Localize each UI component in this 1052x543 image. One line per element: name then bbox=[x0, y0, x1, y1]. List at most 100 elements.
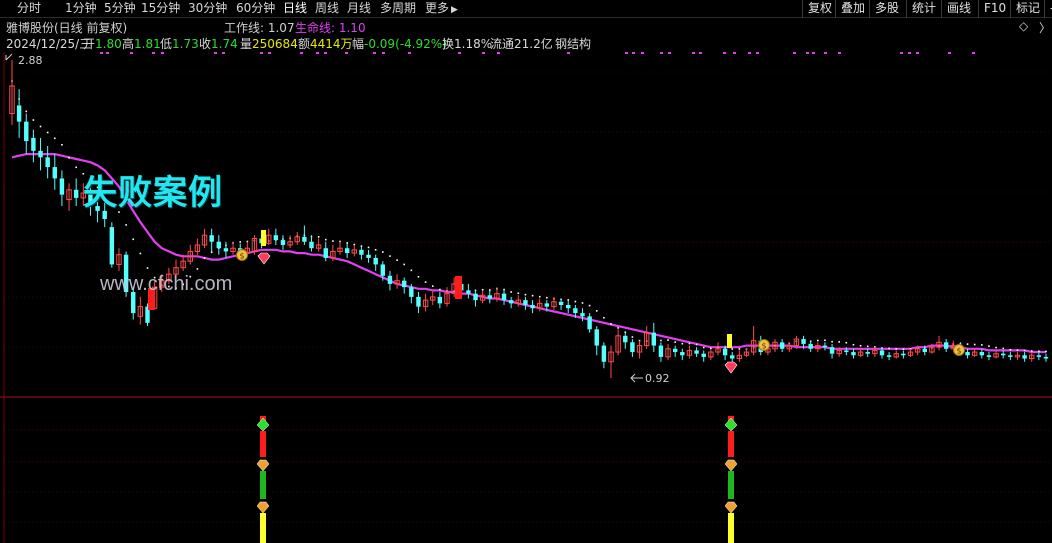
kline-chart[interactable]: $ $ $ 2.88 0.92 bbox=[0, 52, 1052, 543]
work-line-dot bbox=[667, 339, 669, 341]
period-tab-monthly[interactable]: 月线 bbox=[347, 1, 371, 16]
candle-body bbox=[1022, 355, 1027, 359]
signal-dot bbox=[948, 52, 951, 54]
signal-dot bbox=[268, 52, 271, 54]
period-tab-daily[interactable]: 日线 bbox=[283, 1, 307, 16]
work-line-dot bbox=[674, 341, 676, 343]
signal-bar bbox=[260, 471, 266, 499]
work-line-dot bbox=[738, 348, 741, 350]
candle-body bbox=[822, 345, 828, 348]
candle-body bbox=[38, 150, 43, 158]
draw-line-button[interactable]: 画线 bbox=[941, 0, 976, 18]
candle-body bbox=[566, 304, 571, 309]
work-line-dot bbox=[46, 131, 49, 134]
work-line-dot bbox=[524, 293, 527, 296]
change: 幅-0.09(-4.92%) bbox=[352, 37, 447, 51]
period-tab-5min[interactable]: 5分钟 bbox=[104, 1, 136, 16]
work-line-dot bbox=[439, 288, 441, 291]
close-price: 收1.74 bbox=[199, 37, 238, 51]
gold-gem-icon bbox=[256, 459, 270, 472]
work-line-dot bbox=[389, 255, 391, 257]
work-line-dot bbox=[1045, 350, 1047, 353]
work-line-dot bbox=[660, 339, 662, 342]
signal-dot bbox=[668, 52, 671, 54]
work-line-dot bbox=[146, 267, 149, 269]
work-line-dot bbox=[995, 346, 997, 349]
signal-dot bbox=[660, 52, 663, 54]
f10-button[interactable]: F10 bbox=[978, 0, 1011, 18]
candle-body bbox=[223, 248, 229, 252]
signal-dot bbox=[641, 52, 644, 54]
multi-stock-button[interactable]: 多股 bbox=[869, 0, 904, 18]
overlay-button[interactable]: 叠加 bbox=[835, 0, 870, 18]
signal-panel bbox=[256, 416, 738, 543]
signal-dot bbox=[222, 52, 225, 54]
candle-body bbox=[844, 350, 849, 353]
candle-body bbox=[801, 339, 806, 344]
work-line-dot bbox=[324, 238, 327, 241]
green-gem-icon bbox=[256, 417, 270, 432]
candle-body bbox=[323, 248, 328, 258]
work-line-dot bbox=[831, 340, 833, 343]
signal-dot bbox=[382, 52, 385, 54]
candle-body bbox=[473, 293, 478, 301]
work-line-dot bbox=[239, 241, 241, 243]
signal-dot bbox=[106, 52, 109, 54]
work-line-dot bbox=[32, 119, 35, 121]
signal-dot bbox=[214, 52, 217, 54]
work-line-dot bbox=[367, 246, 370, 249]
svg-text:$: $ bbox=[956, 347, 961, 356]
work-line bbox=[11, 80, 1047, 353]
work-line-dot bbox=[1009, 349, 1012, 351]
mark-button[interactable]: 标记 bbox=[1010, 0, 1045, 18]
highlight-candle bbox=[455, 276, 462, 299]
candle-body bbox=[530, 304, 535, 309]
period-tab-30min[interactable]: 30分钟 bbox=[188, 1, 227, 16]
period-tab-weekly[interactable]: 周线 bbox=[315, 1, 339, 16]
period-tab-1min[interactable]: 1分钟 bbox=[65, 1, 97, 16]
work-line-dot bbox=[210, 251, 213, 254]
candle-body bbox=[865, 352, 870, 354]
candle-body bbox=[922, 348, 927, 353]
chevron-right-icon[interactable]: 〉 bbox=[1039, 19, 1051, 36]
period-tab-15min[interactable]: 15分钟 bbox=[141, 1, 180, 16]
candle-body bbox=[409, 287, 414, 297]
signal-dot bbox=[748, 52, 751, 54]
signal-dot bbox=[699, 52, 702, 54]
highlight-candle bbox=[261, 230, 266, 246]
period-tab-60min[interactable]: 60分钟 bbox=[236, 1, 275, 16]
site-watermark: www.cfchi.com bbox=[100, 273, 233, 295]
signal-dot bbox=[100, 52, 103, 54]
signal-dot bbox=[345, 52, 348, 54]
signal-dot bbox=[793, 52, 796, 54]
minimize-button[interactable]: - bbox=[1044, 0, 1052, 18]
work-line-dot bbox=[546, 296, 548, 299]
work-line-dot bbox=[417, 275, 420, 278]
candle-body bbox=[216, 241, 222, 249]
amount: 额4414万 bbox=[298, 37, 353, 51]
diamond-icon[interactable]: ◇ bbox=[1019, 19, 1028, 33]
work-line-dot bbox=[125, 224, 127, 226]
work-line-dot bbox=[332, 240, 334, 242]
candle-body bbox=[943, 342, 949, 349]
candle-body bbox=[373, 257, 378, 265]
signal-dot bbox=[324, 52, 327, 54]
signal-dot bbox=[812, 52, 815, 54]
low-price-label: 0.92 bbox=[645, 372, 670, 385]
work-line-dot bbox=[988, 345, 990, 347]
candle-body bbox=[808, 343, 813, 349]
low-price: 低1.73 bbox=[160, 37, 199, 51]
candle-body bbox=[209, 235, 214, 242]
candle-body bbox=[302, 236, 307, 242]
candle-body bbox=[701, 353, 706, 357]
adjust-button[interactable]: 复权 bbox=[802, 0, 837, 18]
period-tab-more[interactable]: 更多 ▶ bbox=[425, 1, 458, 18]
period-tab-multi[interactable]: 多周期 bbox=[380, 1, 416, 16]
candle-body bbox=[558, 301, 564, 305]
signal-dot bbox=[972, 52, 975, 54]
work-line-dot bbox=[1023, 349, 1026, 352]
period-tab-intraday[interactable]: 分时 bbox=[17, 1, 41, 16]
statistics-button[interactable]: 统计 bbox=[906, 0, 941, 18]
work-line-dot bbox=[595, 310, 598, 312]
signal-bar bbox=[728, 513, 734, 543]
